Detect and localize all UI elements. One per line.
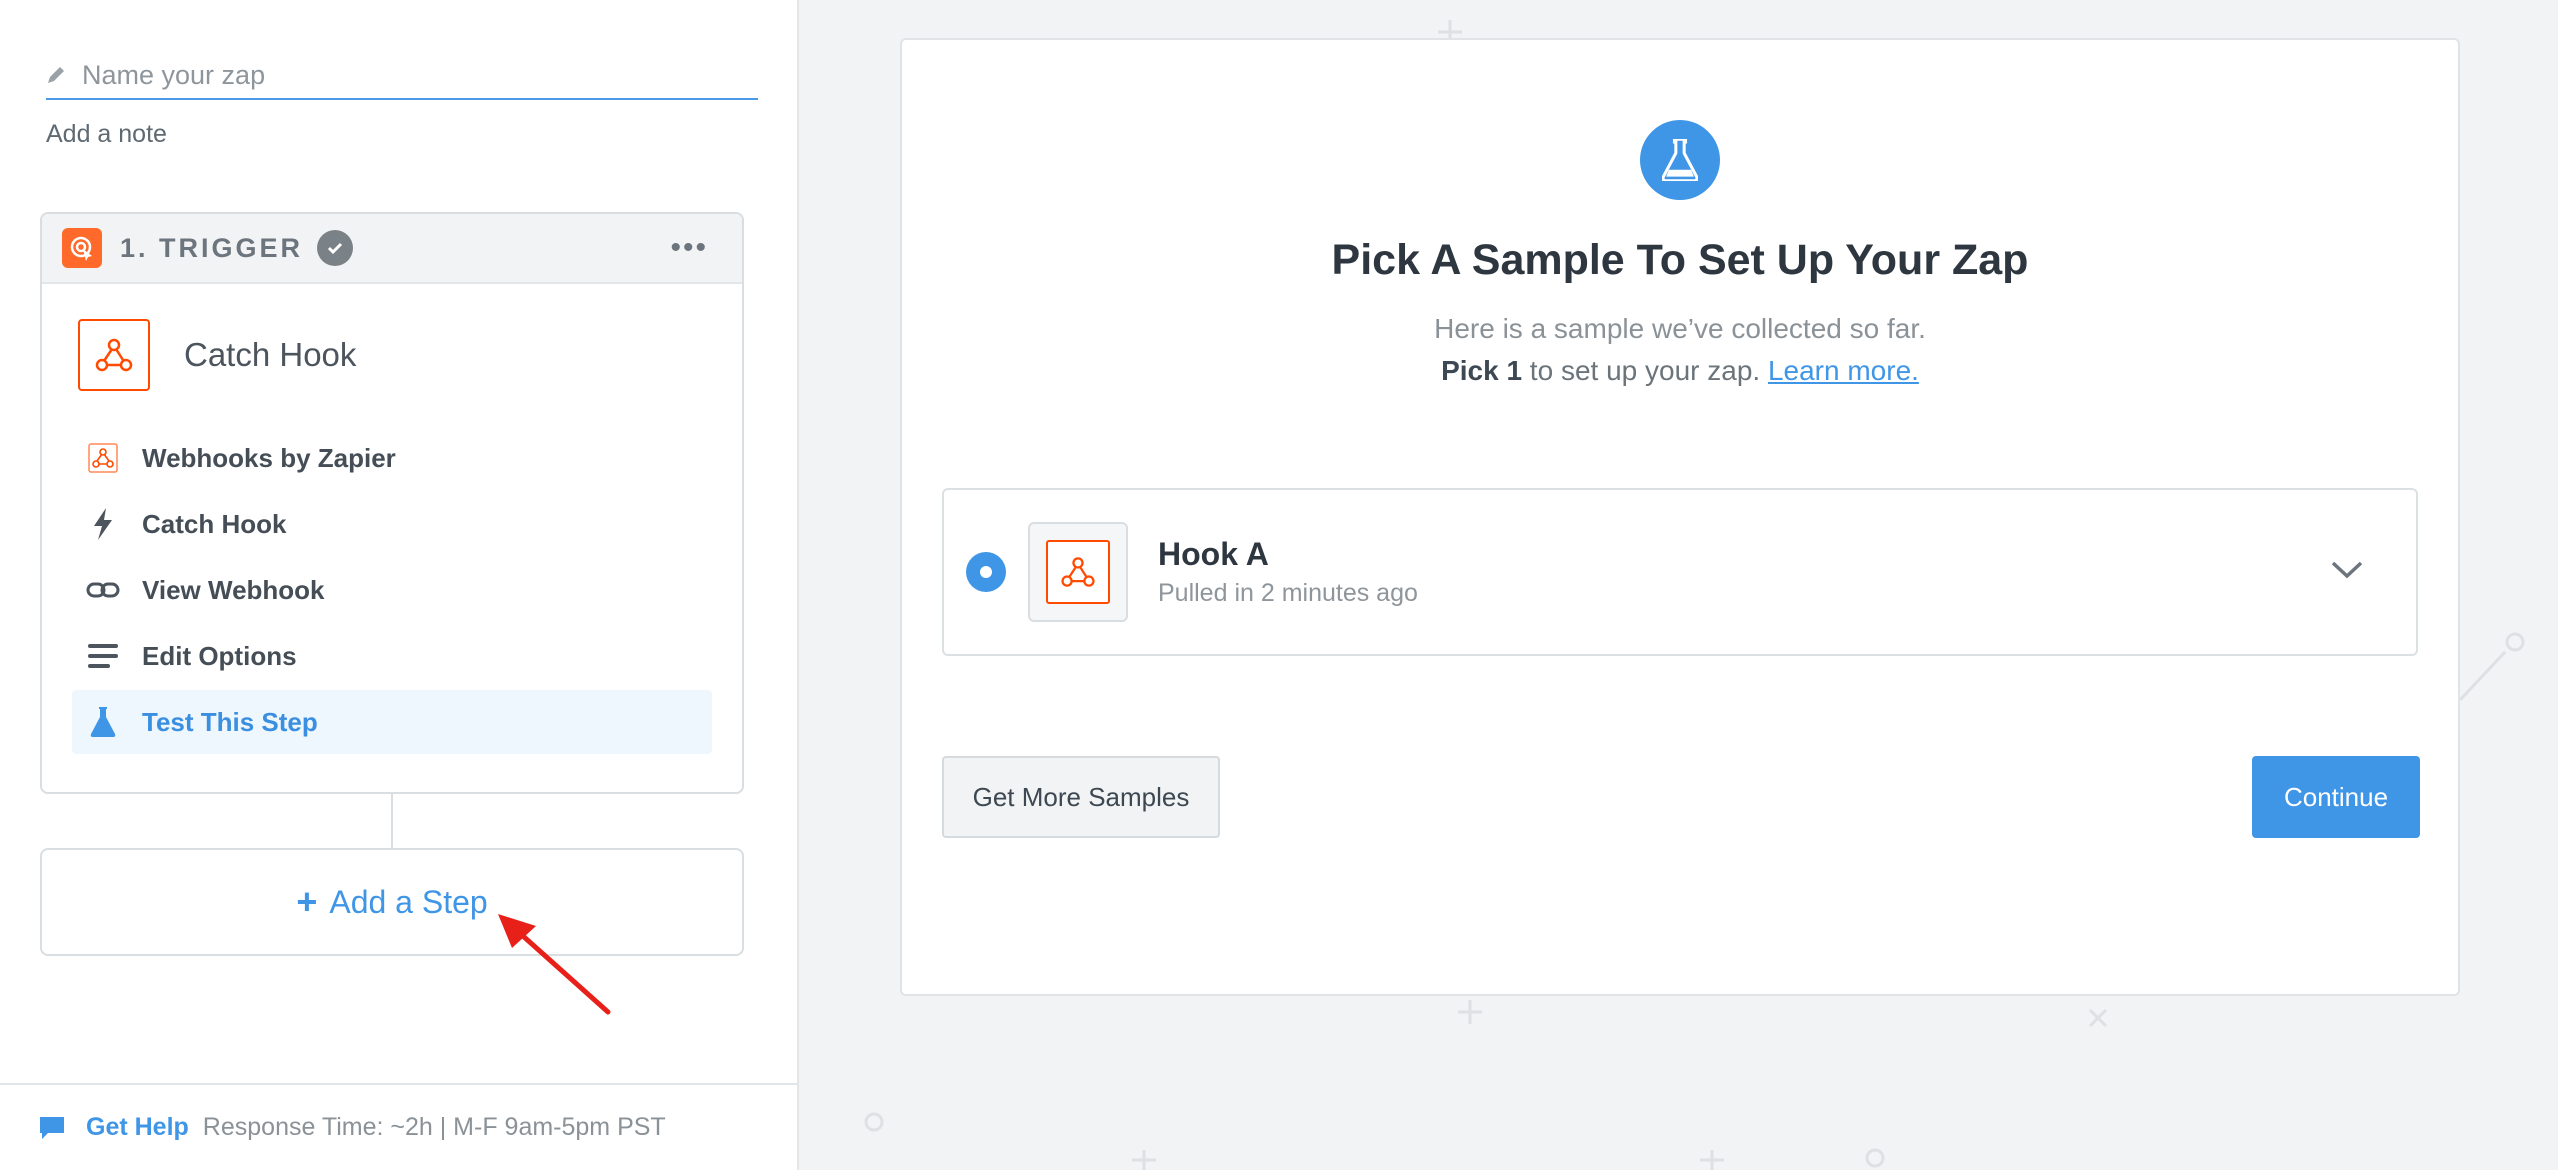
- sample-app-icon: [1028, 522, 1128, 622]
- flask-icon: [1640, 120, 1720, 200]
- menu-item-edit-options[interactable]: Edit Options: [72, 624, 712, 688]
- trigger-title: 1. TRIGGER: [120, 232, 304, 263]
- subtitle-text: to set up your zap.: [1522, 355, 1768, 386]
- continue-button[interactable]: Continue: [2252, 756, 2420, 838]
- get-help-link[interactable]: Get Help: [86, 1113, 189, 1142]
- plus-icon: +: [296, 881, 318, 922]
- more-options-icon[interactable]: •••: [670, 233, 708, 263]
- zap-name-field[interactable]: [46, 52, 758, 100]
- learn-more-link[interactable]: Learn more.: [1768, 355, 1919, 386]
- sample-radio[interactable]: [966, 552, 1006, 592]
- webhook-icon: [1046, 540, 1110, 604]
- sample-meta: Pulled in 2 minutes ago: [1158, 579, 1418, 607]
- left-sidebar: Add a note 1. TRIGGER •••: [0, 0, 799, 1170]
- trigger-app-row: Catch Hook: [42, 284, 742, 426]
- trigger-menu: Webhooks by Zapier Catch Hook View Webho…: [42, 426, 742, 754]
- add-step-label: Add a Step: [329, 883, 488, 920]
- trigger-header[interactable]: 1. TRIGGER •••: [42, 214, 742, 284]
- zap-name-input[interactable]: [82, 59, 722, 91]
- menu-item-app[interactable]: Webhooks by Zapier: [72, 426, 712, 490]
- app-window: Add a note 1. TRIGGER •••: [0, 0, 2558, 1170]
- menu-item-label: Webhooks by Zapier: [142, 442, 396, 473]
- link-icon: [86, 573, 120, 607]
- flask-icon: [86, 705, 120, 739]
- page-subtitle: Here is a sample we’ve collected so far.…: [902, 308, 2458, 392]
- step-connector: [391, 794, 393, 848]
- get-more-samples-button[interactable]: Get More Samples: [942, 756, 1220, 838]
- sample-row[interactable]: Hook A Pulled in 2 minutes ago: [942, 488, 2418, 656]
- menu-item-test-step[interactable]: Test This Step: [72, 690, 712, 754]
- lines-icon: [86, 639, 120, 673]
- annotation-arrow-icon: [498, 914, 611, 1015]
- webhook-icon: [86, 441, 120, 475]
- chat-icon: [38, 1115, 66, 1141]
- trigger-app-title: Catch Hook: [184, 336, 357, 373]
- webhook-icon: [78, 319, 150, 391]
- pencil-icon: [46, 64, 68, 86]
- menu-item-label: Test This Step: [142, 706, 318, 737]
- pick-count: Pick 1: [1441, 355, 1523, 386]
- sample-name: Hook A: [1158, 536, 1269, 572]
- menu-item-label: Edit Options: [142, 640, 297, 671]
- add-note-link[interactable]: Add a note: [46, 120, 167, 149]
- sample-text: Hook A Pulled in 2 minutes ago: [1158, 536, 1418, 608]
- radio-dot: [980, 566, 992, 578]
- subtitle-line: Here is a sample we’ve collected so far.: [1434, 313, 1926, 344]
- trigger-icon: [62, 228, 102, 268]
- help-bar: Get Help Response Time: ~2h | M-F 9am-5p…: [0, 1083, 797, 1170]
- menu-item-label: View Webhook: [142, 574, 325, 605]
- menu-item-view-webhook[interactable]: View Webhook: [72, 558, 712, 622]
- lightning-icon: [86, 507, 120, 541]
- page-title: Pick A Sample To Set Up Your Zap: [1331, 236, 2029, 284]
- menu-item-event[interactable]: Catch Hook: [72, 492, 712, 556]
- chevron-down-icon[interactable]: [2330, 560, 2364, 585]
- check-icon: [317, 230, 354, 266]
- add-step-button[interactable]: + Add a Step: [40, 848, 744, 956]
- subtitle-line: Pick 1 to set up your zap. Learn more.: [902, 350, 2458, 392]
- help-response-time: Response Time: ~2h | M-F 9am-5pm PST: [202, 1113, 666, 1141]
- trigger-card: 1. TRIGGER ••• Catch Hook Webhooks by Za…: [40, 212, 744, 794]
- sample-card: Pick A Sample To Set Up Your Zap Here is…: [900, 38, 2460, 996]
- menu-item-label: Catch Hook: [142, 508, 287, 539]
